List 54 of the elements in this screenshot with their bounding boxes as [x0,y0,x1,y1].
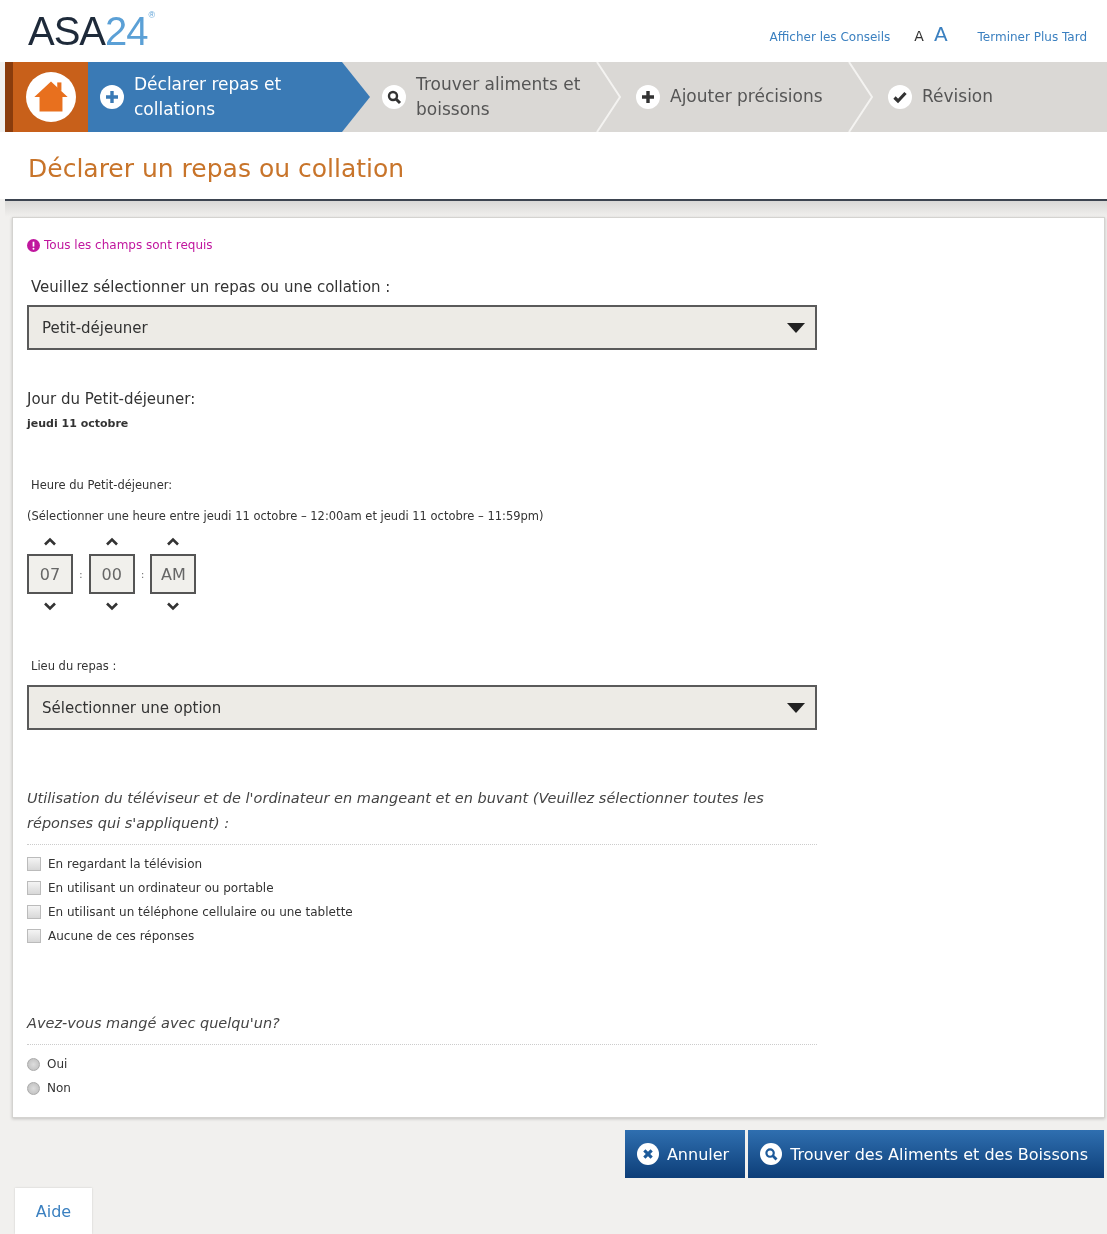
checkbox-label: En utilisant un ordinateur ou portable [48,881,274,895]
time-separator: : [140,567,145,581]
help-tab[interactable]: Aide [15,1188,92,1234]
radio-label: Non [47,1081,71,1095]
checkbox[interactable] [27,857,41,871]
close-icon [636,1143,659,1165]
step-tab[interactable]: Trouver aliments et boissons [370,62,596,132]
question-text: Avez-vous mangé avec quelqu'un? [27,1011,817,1045]
checkbox[interactable] [27,881,41,895]
step-separator [596,62,622,132]
check-icon [888,85,912,109]
required-note: Tous les champs sont requis [44,238,213,252]
caret-icon [787,322,805,333]
page-title: Déclarer un repas ou collation [0,132,1107,199]
caret-icon [787,702,805,713]
select-field[interactable]: Petit-déjeuner [27,305,817,350]
place-label: Lieu du repas : [31,659,117,673]
logo: ASA24$^{®}$ [28,11,155,51]
font-size-link[interactable]: A [933,22,948,46]
step-separator [848,62,874,132]
tips-link[interactable]: Afficher les Conseils [769,30,891,44]
plus-icon [100,85,124,109]
time-field[interactable]: 07 [27,554,73,594]
search-icon [382,85,406,109]
alert-icon [27,238,40,252]
day-value: jeudi 11 octobre [27,417,129,430]
step-tab[interactable]: Déclarer repas et collations [88,62,370,132]
meal-label: Veuillez sélectionner un repas ou une collation : [31,278,391,296]
step-tab[interactable]: Ajouter précisions [622,62,848,132]
question-text: Utilisation du téléviseur et de l'ordinateur en mangeant et en buvant (Veuillez sélectionner toutes les réponses qui s'appliquent) : [27,786,817,845]
font-size-link[interactable]: A [914,28,924,44]
radio-button[interactable] [27,1057,40,1071]
time-separator: : [79,567,83,581]
checkbox-label: En utilisant un téléphone cellulaire ou une tablette [48,905,353,919]
home-icon [25,72,76,122]
checkbox[interactable] [27,905,41,919]
save-later-link[interactable]: Terminer Plus Tard [977,30,1087,44]
search-icon [760,1143,783,1165]
cancel-button[interactable]: Annuler [624,1130,746,1178]
checkbox-label: En regardant la télévision [48,857,203,871]
find-foods-button[interactable]: Trouver des Aliments et des Boissons [748,1130,1104,1178]
time-hint: (Sélectionner une heure entre jeudi 11 octobre – 12:00am et jeudi 11 octobre – 11:59pm) [27,509,544,523]
radio-label: Oui [47,1057,68,1071]
select-field[interactable]: Sélectionner une option [27,685,817,730]
step-tab[interactable]: Révision [874,62,1107,132]
checkbox[interactable] [27,929,41,943]
checkbox-label: Aucune de ces réponses [48,929,195,943]
time-label: Heure du Petit-déjeuner: [31,478,173,492]
day-label: Jour du Petit-déjeuner: [27,390,196,408]
radio-button[interactable] [27,1081,40,1095]
home-button[interactable] [5,62,88,132]
time-field[interactable]: AM [150,554,197,594]
plus-icon [636,85,660,109]
time-field[interactable]: 00 [88,554,135,594]
